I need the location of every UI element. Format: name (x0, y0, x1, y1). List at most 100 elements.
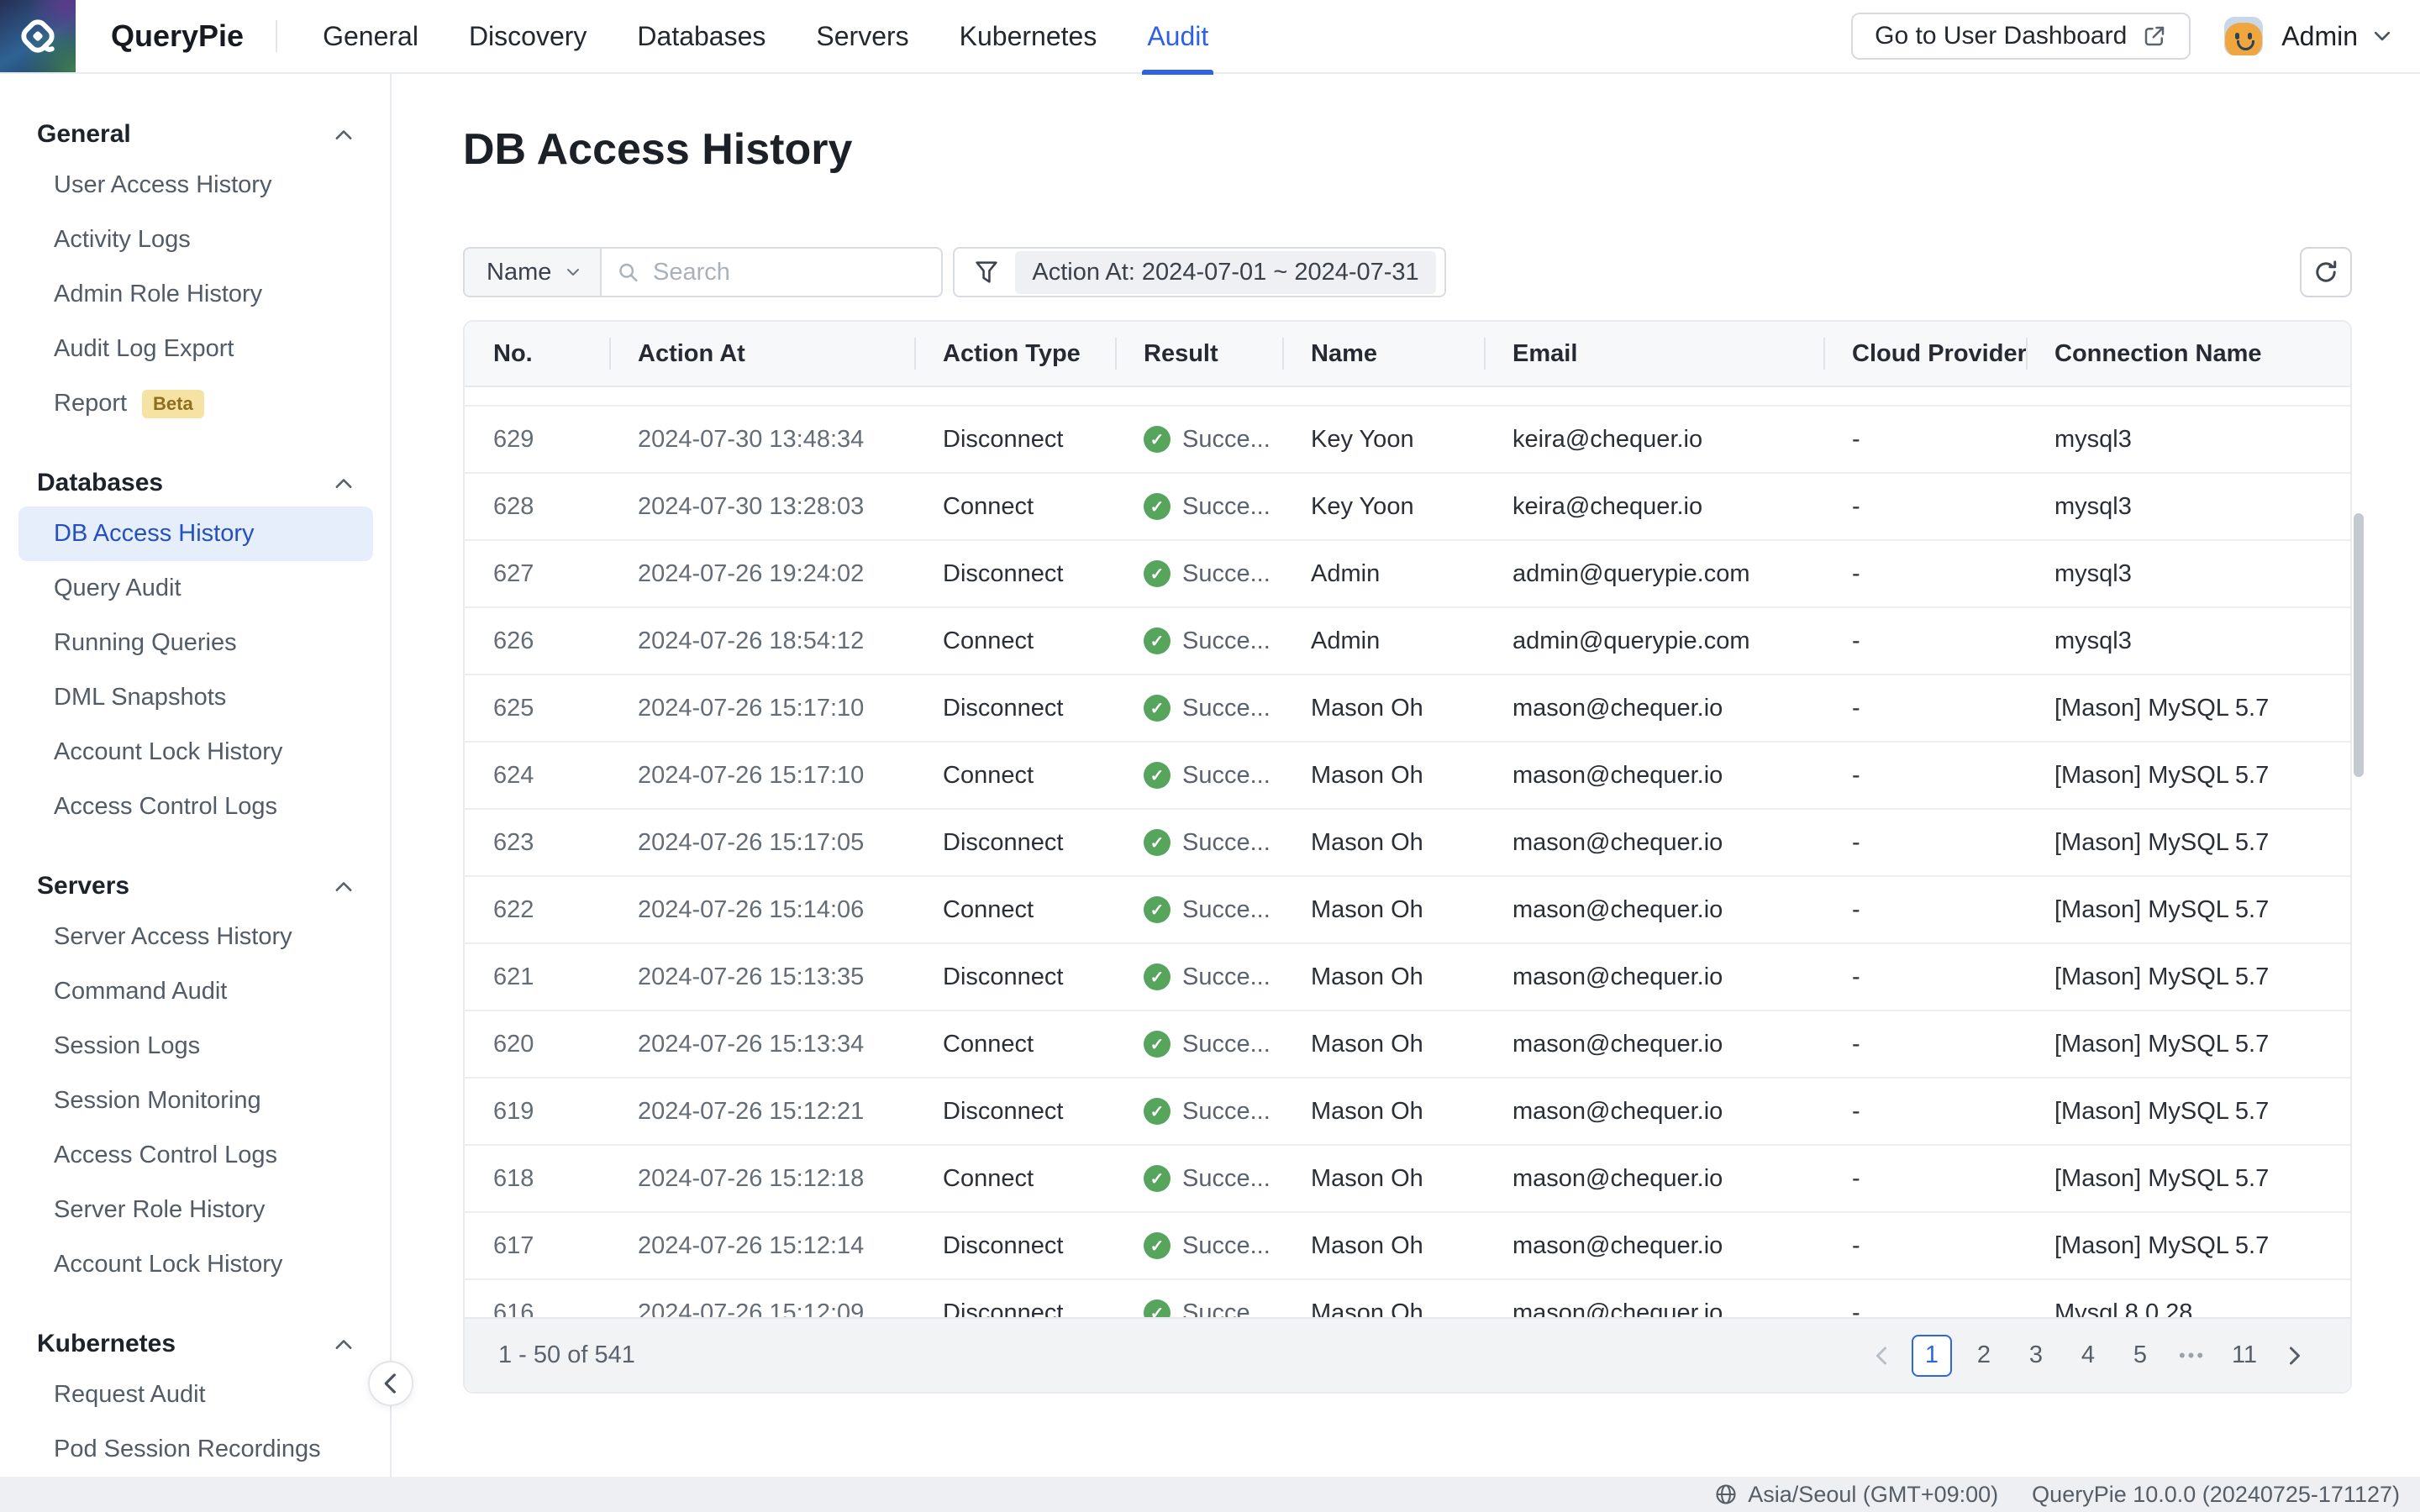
filter-row: Name Action At: 2024-07-01 ~ 2024-07-31 (463, 247, 2352, 297)
page-button[interactable]: 1 (1912, 1335, 1952, 1377)
sidebar-item[interactable]: Access Control Logs (18, 1128, 373, 1183)
sidebar-item[interactable]: Audit Log Export (18, 322, 373, 376)
date-filter[interactable]: Action At: 2024-07-01 ~ 2024-07-31 (953, 247, 1445, 297)
search-box[interactable] (602, 247, 943, 297)
table-row-partial (465, 387, 2350, 407)
sidebar-section-header-general[interactable]: General (0, 111, 390, 158)
top-nav-item[interactable]: Servers (791, 0, 934, 73)
table-row[interactable]: 619 2024-07-26 15:12:21 Disconnect ✓ Suc… (465, 1079, 2350, 1146)
sidebar-item[interactable]: Admin Role History (18, 267, 373, 322)
top-nav-item[interactable]: Kubernetes (934, 0, 1123, 73)
page-button[interactable]: 11 (2224, 1335, 2265, 1377)
column-header[interactable]: No. (465, 321, 609, 386)
cell-action-type: Connect (914, 1031, 1115, 1058)
cell-name: Mason Oh (1282, 1031, 1484, 1058)
top-nav-item[interactable]: General (297, 0, 444, 73)
table-row[interactable]: 616 2024-07-26 15:12:09 Disconnect ✓ Suc… (465, 1280, 2350, 1317)
column-header[interactable]: Cloud Provider (1823, 321, 2026, 386)
sidebar-item[interactable]: Command Audit (18, 964, 373, 1019)
sidebar-item[interactable]: Pod Session Recordings (18, 1422, 373, 1477)
version-label: QueryPie 10.0.0 (20240725-171127) (2032, 1482, 2400, 1508)
table-row[interactable]: 623 2024-07-26 15:17:05 Disconnect ✓ Suc… (465, 810, 2350, 877)
cell-no: 619 (465, 1098, 609, 1126)
table-row[interactable]: 622 2024-07-26 15:14:06 Connect ✓ Succe.… (465, 877, 2350, 944)
result-label: Succe... (1182, 493, 1270, 521)
cell-result: ✓ Succe... (1115, 896, 1282, 924)
top-nav-item[interactable]: Discovery (444, 0, 612, 73)
table-row[interactable]: 620 2024-07-26 15:13:34 Connect ✓ Succe.… (465, 1011, 2350, 1079)
top-nav-item[interactable]: Databases (612, 0, 791, 73)
sidebar-section-header-databases[interactable]: Databases (0, 459, 390, 507)
brand-name: QueryPie (111, 18, 244, 54)
sidebar-item[interactable]: Request Audit (18, 1368, 373, 1422)
table-row[interactable]: 617 2024-07-26 15:12:14 Disconnect ✓ Suc… (465, 1213, 2350, 1280)
cell-action-type: Disconnect (914, 829, 1115, 857)
search-input[interactable] (651, 258, 926, 287)
next-page-button[interactable] (2276, 1335, 2313, 1377)
vertical-scrollbar[interactable] (2354, 513, 2364, 777)
column-header[interactable]: Connection Name (2026, 321, 2333, 386)
sidebar-item[interactable]: Access Control Logs (18, 780, 373, 834)
sidebar-item[interactable]: Running Queries (18, 616, 373, 670)
page-button[interactable]: 2 (1964, 1335, 2004, 1377)
avatar[interactable] (2224, 17, 2263, 55)
sidebar-item[interactable]: Session Monitoring (18, 1074, 373, 1128)
filter-funnel-icon (973, 259, 1000, 286)
chevron-down-icon[interactable] (2371, 25, 2393, 47)
pagination-bar: 1 - 50 of 541 1 2 3 4 (465, 1317, 2350, 1392)
table-row[interactable]: 626 2024-07-26 18:54:12 Connect ✓ Succe.… (465, 608, 2350, 675)
page-button-list: 1 2 3 4 5 ••• 11 (1912, 1335, 2265, 1377)
sidebar-item[interactable]: Account Lock History (18, 725, 373, 780)
page-button[interactable]: ••• (2172, 1335, 2212, 1377)
sidebar-collapse-button[interactable] (368, 1361, 413, 1406)
success-check-icon: ✓ (1144, 963, 1171, 990)
sidebar-item[interactable]: DB Access History (18, 507, 373, 561)
sidebar-item-label: Server Role History (54, 1196, 265, 1224)
sidebar-item[interactable]: Report Beta (18, 376, 373, 431)
querypie-logo[interactable] (0, 0, 76, 72)
sidebar-item[interactable]: Account Lock History (18, 1237, 373, 1292)
sidebar-item[interactable]: DML Snapshots (18, 670, 373, 725)
go-to-user-dashboard-button[interactable]: Go to User Dashboard (1851, 13, 2191, 60)
sidebar-item[interactable]: Session Logs (18, 1019, 373, 1074)
search-field-dropdown[interactable]: Name (463, 247, 602, 297)
column-header[interactable]: Action Type (914, 321, 1115, 386)
cell-cloud-provider: - (1823, 560, 2026, 588)
chevron-down-icon (565, 264, 581, 281)
sidebar-section-databases: Databases DB Access History Query Audit … (0, 459, 390, 834)
sidebar-item-label: Command Audit (54, 978, 227, 1005)
table-row[interactable]: 624 2024-07-26 15:17:10 Connect ✓ Succe.… (465, 743, 2350, 810)
sidebar-item[interactable]: Activity Logs (18, 213, 373, 267)
sidebar-item[interactable]: Server Access History (18, 910, 373, 964)
table-row[interactable]: 628 2024-07-30 13:28:03 Connect ✓ Succe.… (465, 474, 2350, 541)
cell-cloud-provider: - (1823, 1098, 2026, 1126)
cell-cloud-provider: - (1823, 1299, 2026, 1318)
sidebar-items-databases: DB Access History Query Audit Running Qu… (0, 507, 390, 834)
table-row[interactable]: 621 2024-07-26 15:13:35 Disconnect ✓ Suc… (465, 944, 2350, 1011)
cell-action-at: 2024-07-30 13:48:34 (609, 426, 914, 454)
table-row[interactable]: 625 2024-07-26 15:17:10 Disconnect ✓ Suc… (465, 675, 2350, 743)
table-row[interactable]: 627 2024-07-26 19:24:02 Disconnect ✓ Suc… (465, 541, 2350, 608)
prev-page-button[interactable] (1863, 1335, 1900, 1377)
cell-result: ✓ Succe... (1115, 1165, 1282, 1193)
refresh-button[interactable] (2300, 247, 2352, 297)
sidebar-item[interactable]: Server Role History (18, 1183, 373, 1237)
table-row[interactable]: 629 2024-07-30 13:48:34 Disconnect ✓ Suc… (465, 407, 2350, 474)
column-header[interactable]: Email (1484, 321, 1823, 386)
column-header[interactable]: Result (1115, 321, 1282, 386)
column-header[interactable]: Action At (609, 321, 914, 386)
column-header[interactable]: Name (1282, 321, 1484, 386)
sidebar-section-header-kubernetes[interactable]: Kubernetes (0, 1320, 390, 1368)
sidebar-section-header-servers[interactable]: Servers (0, 863, 390, 910)
top-nav-item[interactable]: Audit (1122, 0, 1234, 73)
refresh-icon (2312, 258, 2340, 286)
sidebar-item[interactable]: Query Audit (18, 561, 373, 616)
table-row[interactable]: 618 2024-07-26 15:12:18 Connect ✓ Succe.… (465, 1146, 2350, 1213)
pagination-range: 1 - 50 of 541 (498, 1341, 635, 1369)
page-button[interactable]: 4 (2068, 1335, 2108, 1377)
cell-result: ✓ Succe... (1115, 627, 1282, 655)
page-button[interactable]: 3 (2016, 1335, 2056, 1377)
sidebar-item[interactable]: User Access History (18, 158, 373, 213)
cell-name: Mason Oh (1282, 695, 1484, 722)
page-button[interactable]: 5 (2120, 1335, 2160, 1377)
